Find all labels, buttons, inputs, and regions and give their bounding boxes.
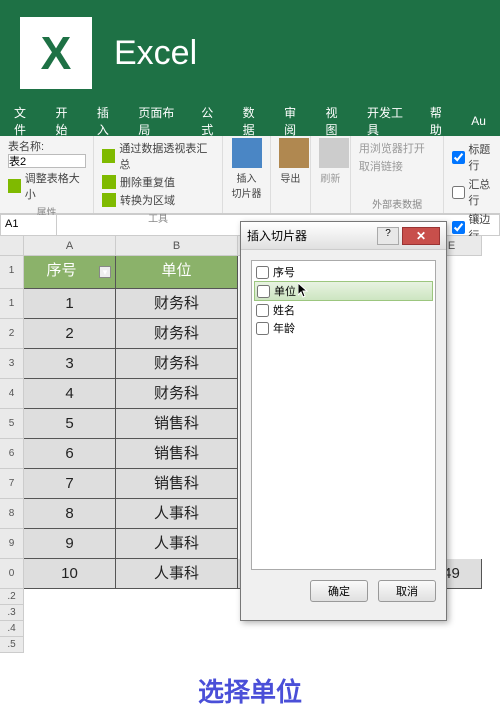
cell-id[interactable]: 6	[24, 439, 116, 469]
select-all[interactable]	[0, 236, 24, 256]
cell-id[interactable]: 9	[24, 529, 116, 559]
col-A[interactable]: A	[24, 236, 116, 256]
slicer-item-seq[interactable]: 序号	[254, 263, 433, 281]
cell-dept[interactable]: 人事科	[116, 529, 238, 559]
open-browser: 用浏览器打开	[359, 140, 425, 156]
brand-text: Excel	[114, 34, 197, 73]
table-name-input[interactable]	[8, 154, 86, 168]
dialog-help-icon[interactable]: ?	[377, 227, 399, 245]
dedup-icon	[102, 175, 116, 189]
cell-dept[interactable]: 财务科	[116, 349, 238, 379]
app-banner: X Excel	[0, 0, 500, 106]
dialog-title: 插入切片器	[247, 227, 377, 244]
dialog-titlebar[interactable]: 插入切片器 ? ✕	[241, 222, 446, 250]
remove-duplicates[interactable]: 删除重复值	[120, 174, 175, 190]
pivot-icon	[102, 149, 115, 163]
header-dept[interactable]: 单位	[116, 256, 238, 289]
filter-dropdown-icon[interactable]: ▾	[99, 266, 111, 278]
refresh-button: 刷新	[319, 138, 342, 185]
pivot-summary[interactable]: 通过数据透视表汇总	[119, 140, 214, 172]
unlink: 取消链接	[359, 158, 403, 174]
cell-dept[interactable]: 财务科	[116, 319, 238, 349]
tab-layout[interactable]: 页面布局	[128, 104, 191, 138]
row-head-12[interactable]: .2	[0, 589, 24, 605]
cell-id[interactable]: 8	[24, 499, 116, 529]
slicer-item-dept[interactable]: 单位	[254, 281, 433, 301]
opt-total-row[interactable]: 汇总行	[452, 176, 492, 208]
row-head[interactable]: 8	[0, 499, 24, 529]
cell-id[interactable]: 5	[24, 409, 116, 439]
tab-help[interactable]: 帮助	[420, 104, 461, 138]
row-head[interactable]: 4	[0, 379, 24, 409]
annotation-caption: 选择单位	[0, 672, 500, 709]
ribbon: 表名称: 调整表格大小 属性 通过数据透视表汇总 删除重复值 转换为区域 工具 …	[0, 136, 500, 214]
group-label-external: 外部表数据	[359, 196, 435, 211]
row-head-15[interactable]: .5	[0, 637, 24, 653]
slicer-icon	[232, 138, 262, 168]
tab-devtools[interactable]: 开发工具	[357, 104, 420, 138]
cell-id[interactable]: 7	[24, 469, 116, 499]
tab-home[interactable]: 开始	[45, 104, 86, 138]
refresh-icon	[319, 138, 349, 168]
row-head[interactable]: 7	[0, 469, 24, 499]
row-head[interactable]: 2	[0, 319, 24, 349]
tab-file[interactable]: 文件	[4, 104, 45, 138]
cell-dept[interactable]: 销售科	[116, 439, 238, 469]
cursor-icon	[298, 283, 310, 299]
name-box[interactable]: A1	[1, 215, 57, 235]
ok-button[interactable]: 确定	[310, 580, 368, 602]
tab-insert[interactable]: 插入	[87, 104, 128, 138]
opt-header-row[interactable]: 标题行	[452, 141, 492, 173]
dialog-close-icon[interactable]: ✕	[402, 227, 440, 245]
export-button[interactable]: 导出	[279, 138, 302, 185]
range-icon	[102, 193, 116, 207]
row-head[interactable]: 9	[0, 529, 24, 559]
tab-view[interactable]: 视图	[316, 104, 357, 138]
cell-dept[interactable]: 财务科	[116, 379, 238, 409]
cell-id[interactable]: 1	[24, 289, 116, 319]
tab-review[interactable]: 审阅	[274, 104, 315, 138]
cell-dept[interactable]: 人事科	[116, 499, 238, 529]
header-seq[interactable]: 序号▾	[24, 256, 116, 289]
cell-dept[interactable]: 人事科	[116, 559, 238, 589]
row-head-14[interactable]: .4	[0, 621, 24, 637]
excel-logo: X	[20, 17, 92, 89]
resize-icon	[8, 179, 21, 193]
cell-id[interactable]: 10	[24, 559, 116, 589]
cell-id[interactable]: 3	[24, 349, 116, 379]
row-head[interactable]: 1	[0, 289, 24, 319]
convert-range[interactable]: 转换为区域	[120, 192, 175, 208]
ribbon-tabs: 文件 开始 插入 页面布局 公式 数据 审阅 视图 开发工具 帮助 Au	[0, 106, 500, 136]
insert-slicer-dialog: 插入切片器 ? ✕ 序号 单位 姓名 年龄 确定 取消	[240, 221, 447, 621]
tab-data[interactable]: 数据	[233, 104, 274, 138]
cell-id[interactable]: 2	[24, 319, 116, 349]
slicer-field-list: 序号 单位 姓名 年龄	[251, 260, 436, 570]
row-head[interactable]: 5	[0, 409, 24, 439]
slicer-item-name[interactable]: 姓名	[254, 301, 433, 319]
row-head[interactable]: 6	[0, 439, 24, 469]
cancel-button[interactable]: 取消	[378, 580, 436, 602]
resize-table[interactable]: 调整表格大小	[25, 170, 85, 202]
cell-dept[interactable]: 财务科	[116, 289, 238, 319]
cell-dept[interactable]: 销售科	[116, 469, 238, 499]
tab-more[interactable]: Au	[461, 114, 496, 128]
cell-dept[interactable]: 销售科	[116, 409, 238, 439]
table-name-label: 表名称:	[8, 138, 85, 154]
row-head[interactable]: 0	[0, 559, 24, 589]
col-B[interactable]: B	[116, 236, 238, 256]
tab-formulas[interactable]: 公式	[191, 104, 232, 138]
export-icon	[279, 138, 309, 168]
row-head-1[interactable]: 1	[0, 256, 24, 289]
insert-slicer-button[interactable]: 插入 切片器	[231, 138, 262, 200]
row-head-13[interactable]: .3	[0, 605, 24, 621]
cell-id[interactable]: 4	[24, 379, 116, 409]
row-head[interactable]: 3	[0, 349, 24, 379]
slicer-item-age[interactable]: 年龄	[254, 319, 433, 337]
